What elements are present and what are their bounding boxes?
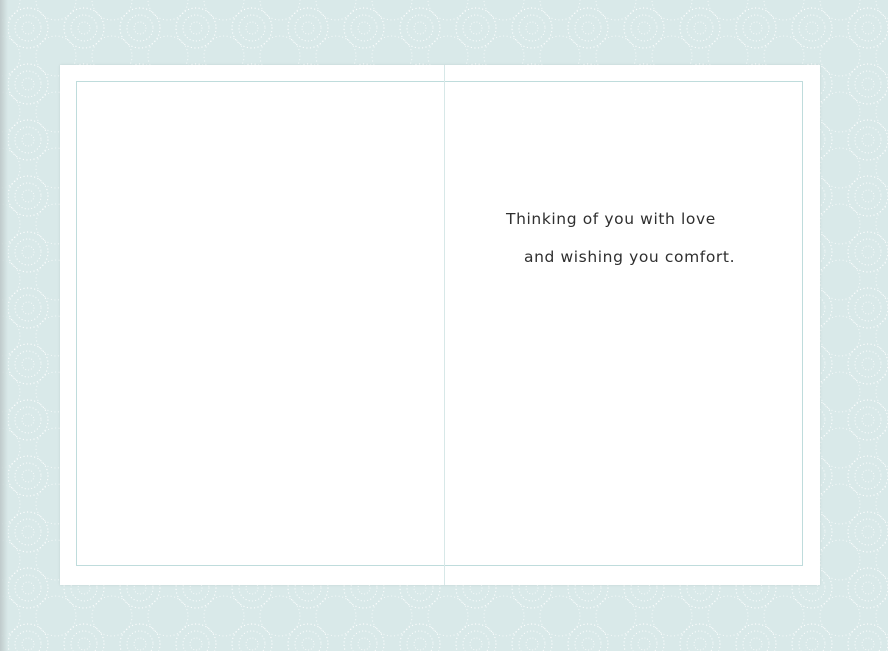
greeting-card-inside: Thinking of you with love and wishing yo… bbox=[60, 65, 820, 585]
card-border-frame bbox=[76, 81, 803, 566]
card-fold-line bbox=[444, 65, 445, 585]
card-message-line-1: Thinking of you with love bbox=[506, 210, 716, 228]
left-edge-shadow bbox=[0, 0, 8, 651]
card-message-line-2: and wishing you comfort. bbox=[524, 248, 736, 266]
